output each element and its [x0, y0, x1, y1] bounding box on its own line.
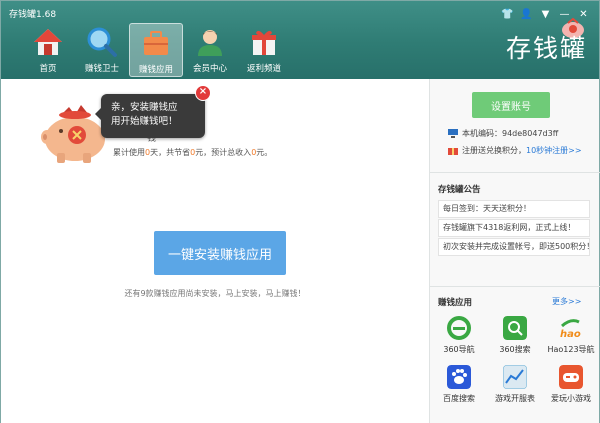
briefcase-icon: [144, 31, 168, 55]
app-window: 存钱罐1.68 👕 👤 ▼ — ✕ 首页 赚钱卫士 赚钱应用 会员中心 返利频道…: [0, 0, 600, 423]
main-nav: 首页 赚钱卫士 赚钱应用 会员中心 返利频道: [21, 23, 291, 77]
main-panel: 钱 累计使用0天，共节省0元，预计总收入0元。 亲，安装赚钱应 用开始赚钱吧！ …: [1, 79, 429, 423]
app-360-nav[interactable]: 360导航: [432, 316, 486, 355]
nav-apps-label: 赚钱应用: [138, 65, 173, 75]
used-prefix: 累计使用: [113, 148, 145, 157]
gift-icon: [252, 30, 276, 55]
used-unit: 天，共节省: [150, 148, 191, 157]
notice-item[interactable]: 初次安装并完成设置帐号，即送500积分！: [438, 238, 590, 256]
register-text: 注册送兑换积分，: [462, 146, 526, 155]
notice-item[interactable]: 每日签到：天天送积分！: [438, 200, 590, 218]
nav-rebate-label: 返利频道: [246, 64, 281, 74]
install-apps-button[interactable]: 一键安装赚钱应用: [154, 231, 286, 275]
tooltip-line-1: 亲，安装赚钱应: [111, 102, 178, 113]
app-label: 游戏开服表: [495, 394, 535, 403]
svg-text:hao: hao: [560, 329, 581, 340]
sidebar: 设置账号 本机编码： 94de8047d3ff 注册送兑换积分， 10秒钟注册>> …: [429, 79, 600, 423]
app-mini-games[interactable]: 爱玩小游戏: [544, 365, 598, 404]
app-label: 百度搜索: [443, 394, 475, 403]
app-grid: 360导航 360搜索 hao Hao123导航 百度搜索 游戏开服表 爱玩小游…: [432, 316, 598, 404]
app-label: 360搜索: [499, 345, 531, 354]
tooltip-line-2: 用开始赚钱吧！: [111, 116, 178, 127]
home-icon: [34, 29, 62, 55]
search-icon: [503, 316, 527, 340]
user-icon[interactable]: 👤: [517, 7, 536, 23]
apps-title: 赚钱应用: [438, 298, 473, 308]
account-summary: 累计使用0天，共节省0元，预计总收入0元。: [113, 147, 272, 158]
menu-icon[interactable]: ▼: [536, 7, 555, 23]
app-label: 360导航: [443, 345, 475, 354]
divider: [430, 286, 600, 287]
window-title: 存钱罐1.68: [9, 10, 57, 20]
chart-icon: [503, 365, 527, 389]
notice-title: 存钱罐公告: [438, 185, 481, 195]
gamepad-icon: [559, 365, 583, 389]
app-label: Hao123导航: [547, 345, 595, 354]
machine-code-value: 94de8047d3ff: [502, 129, 559, 138]
machine-code-label: 本机编码：: [462, 129, 502, 138]
tooltip-close-icon[interactable]: ×: [195, 85, 211, 101]
app-baidu[interactable]: 百度搜索: [432, 365, 486, 404]
computer-icon: [448, 129, 458, 138]
person-icon: [198, 30, 222, 56]
skin-icon[interactable]: 👕: [498, 7, 517, 23]
nav-guard-label: 赚钱卫士: [84, 64, 119, 74]
tooltip-tail: [95, 108, 101, 120]
nav-apps[interactable]: 赚钱应用: [129, 23, 183, 77]
saved-unit: 元，预计总收入: [195, 148, 252, 157]
gift-small-icon: [448, 148, 458, 155]
nav-home[interactable]: 首页: [21, 23, 75, 77]
nav-home-label: 首页: [39, 64, 57, 74]
nav-member-label: 会员中心: [192, 64, 227, 74]
app-360-search[interactable]: 360搜索: [488, 316, 542, 355]
notice-item[interactable]: 存钱罐旗下4318返利网，正式上线！: [438, 219, 590, 237]
setup-account-button[interactable]: 设置账号: [472, 92, 550, 118]
income-unit: 元。: [256, 148, 273, 157]
register-row: 注册送兑换积分， 10秒钟注册>>: [448, 145, 582, 156]
register-link[interactable]: 10秒钟注册>>: [526, 145, 582, 156]
install-hint: 还有9款赚钱应用尚未安装，马上安装，马上赚钱！: [124, 289, 306, 298]
nav-rebate[interactable]: 返利频道: [237, 23, 291, 77]
app-label: 爱玩小游戏: [551, 394, 591, 403]
ie-globe-icon: [447, 316, 471, 340]
brand-logo-text: 存钱罐: [505, 34, 587, 63]
magnifier-icon: [87, 27, 117, 57]
hao123-icon: hao: [560, 319, 581, 340]
app-game-servers[interactable]: 游戏开服表: [488, 365, 542, 404]
app-hao123[interactable]: hao Hao123导航: [544, 316, 598, 355]
header-bar: 存钱罐1.68 👕 👤 ▼ — ✕ 首页 赚钱卫士 赚钱应用 会员中心 返利频道…: [1, 1, 599, 79]
machine-code-row: 本机编码： 94de8047d3ff: [448, 128, 558, 139]
nav-guard[interactable]: 赚钱卫士: [75, 23, 129, 77]
baidu-paw-icon: [447, 365, 471, 389]
more-apps-link[interactable]: 更多>>: [552, 296, 581, 307]
install-tooltip: 亲，安装赚钱应 用开始赚钱吧！: [95, 94, 205, 138]
divider: [430, 172, 600, 173]
nav-member[interactable]: 会员中心: [183, 23, 237, 77]
